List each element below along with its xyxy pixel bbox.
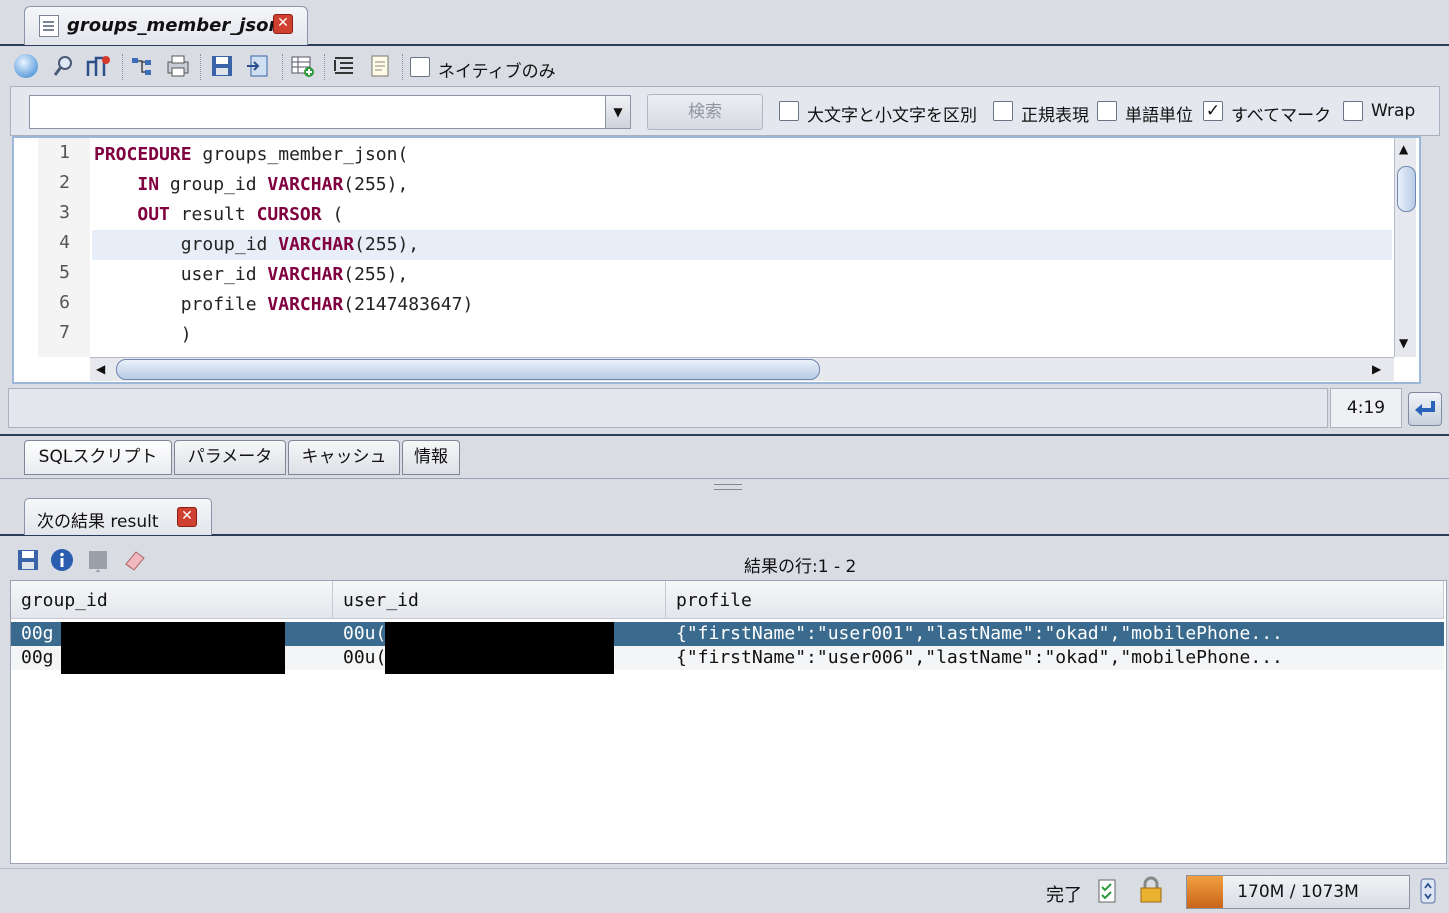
splitter-handle[interactable] xyxy=(714,484,742,490)
eraser-icon[interactable] xyxy=(122,548,146,572)
editor-message-area xyxy=(8,388,1328,428)
cursor-position: 4:19 xyxy=(1330,388,1402,428)
format-icon[interactable] xyxy=(332,54,356,78)
case-sensitive-label: 大文字と小文字を区別 xyxy=(807,106,977,126)
search-bar: ▼ 検索 大文字と小文字を区別 正規表現 単語単位 ✓ すべてマーク Wrap xyxy=(10,86,1440,136)
explain-icon[interactable] xyxy=(86,54,110,78)
code-area[interactable]: PROCEDURE groups_member_json( IN group_i… xyxy=(92,138,1392,357)
search-icon[interactable] xyxy=(52,54,76,78)
code-line: PROCEDURE groups_member_json( xyxy=(94,144,409,165)
checklist-icon[interactable] xyxy=(1096,878,1120,904)
line-number: 3 xyxy=(59,202,70,223)
native-only-checkbox[interactable] xyxy=(410,57,430,77)
memory-label: 170M / 1073M xyxy=(1237,882,1359,902)
cell-profile: {"firstName":"user001","lastName":"okad"… xyxy=(676,623,1283,644)
status-text: 完了 xyxy=(1046,885,1082,906)
code-line: IN group_id VARCHAR(255), xyxy=(137,174,409,195)
column-header-user-id[interactable]: user_id xyxy=(333,581,666,619)
wrap-checkbox[interactable] xyxy=(1343,101,1363,121)
document-icon xyxy=(39,15,59,37)
add-table-icon[interactable] xyxy=(290,54,314,78)
mark-all-checkbox[interactable]: ✓ xyxy=(1203,101,1223,121)
run-icon[interactable] xyxy=(14,54,38,78)
result-tab-title: 次の結果 result xyxy=(37,512,159,532)
column-header-profile[interactable]: profile xyxy=(666,581,1444,619)
scroll-thumb[interactable] xyxy=(1397,166,1416,212)
redaction-box xyxy=(61,622,285,674)
tree-icon[interactable] xyxy=(130,54,154,78)
line-number: 1 xyxy=(59,142,70,163)
scroll-right-icon[interactable]: ▶ xyxy=(1372,362,1381,376)
horizontal-scrollbar[interactable]: ◀ ▶ xyxy=(90,357,1394,381)
scroll-left-icon[interactable]: ◀ xyxy=(96,362,105,376)
mark-all-label: すべてマーク xyxy=(1231,106,1332,126)
tab-info[interactable]: 情報 xyxy=(402,440,460,475)
search-input[interactable]: ▼ xyxy=(29,95,631,129)
code-line: group_id VARCHAR(255), xyxy=(94,234,420,255)
info-icon[interactable] xyxy=(50,548,74,572)
code-line: user_id VARCHAR(255), xyxy=(94,264,409,285)
results-grid[interactable]: group_id user_id profile 00g 00u( {"firs… xyxy=(10,580,1447,864)
redaction-box xyxy=(385,622,614,674)
scroll-down-icon[interactable]: ▼ xyxy=(1399,336,1408,350)
vertical-scrollbar[interactable]: ▲ ▼ xyxy=(1394,138,1416,357)
save-icon[interactable] xyxy=(210,54,234,78)
editor-tab-title: groups_member_json xyxy=(67,15,282,36)
close-icon[interactable]: ✕ xyxy=(273,14,293,34)
regex-label: 正規表現 xyxy=(1021,106,1089,126)
tab-parameters[interactable]: パラメータ xyxy=(174,440,286,475)
scroll-thumb[interactable] xyxy=(116,359,820,380)
results-toolbar xyxy=(10,540,1440,578)
code-line: profile VARCHAR(2147483647) xyxy=(94,294,474,315)
line-number: 5 xyxy=(59,262,70,283)
tab-sql-script[interactable]: SQLスクリプト xyxy=(24,440,172,475)
case-sensitive-checkbox[interactable] xyxy=(779,101,799,121)
lock-icon[interactable] xyxy=(1138,876,1164,904)
wrap-label: Wrap xyxy=(1371,101,1416,121)
line-number: 7 xyxy=(59,322,70,343)
native-only-label: ネイティブのみ xyxy=(438,62,556,82)
whole-word-checkbox[interactable] xyxy=(1097,101,1117,121)
return-button[interactable] xyxy=(1408,392,1442,426)
regex-checkbox[interactable] xyxy=(993,101,1013,121)
code-line: ) xyxy=(94,324,192,345)
line-number: 2 xyxy=(59,172,70,193)
export-icon[interactable] xyxy=(246,54,270,78)
save-icon[interactable] xyxy=(16,548,40,572)
garbage-collect-icon[interactable] xyxy=(1418,876,1438,906)
close-icon[interactable]: ✕ xyxy=(177,507,197,527)
result-tab[interactable]: 次の結果 result ✕ xyxy=(24,498,212,535)
tab-cache[interactable]: キャッシュ xyxy=(288,440,400,475)
line-number: 6 xyxy=(59,292,70,313)
stop-icon[interactable] xyxy=(86,548,110,574)
print-icon[interactable] xyxy=(166,54,190,78)
search-button[interactable]: 検索 xyxy=(647,94,763,130)
column-header-group-id[interactable]: group_id xyxy=(11,581,333,619)
sql-editor[interactable]: 1 2 3 4 5 6 7 PROCEDURE groups_member_js… xyxy=(12,136,1421,384)
editor-toolbar: ネイティブのみ xyxy=(10,50,1440,84)
line-number-gutter: 1 2 3 4 5 6 7 xyxy=(38,138,90,357)
chevron-down-icon[interactable]: ▼ xyxy=(605,96,630,128)
memory-indicator[interactable]: 170M / 1073M xyxy=(1186,875,1410,909)
code-line: OUT result CURSOR ( xyxy=(137,204,344,225)
whole-word-label: 単語単位 xyxy=(1125,106,1193,126)
row-count-label: 結果の行:1 - 2 xyxy=(744,557,857,577)
scroll-up-icon[interactable]: ▲ xyxy=(1399,142,1408,156)
document-icon[interactable] xyxy=(368,54,392,78)
editor-tab[interactable]: groups_member_json ✕ xyxy=(24,6,308,45)
cell-profile: {"firstName":"user006","lastName":"okad"… xyxy=(676,647,1283,668)
line-number: 4 xyxy=(59,232,70,253)
